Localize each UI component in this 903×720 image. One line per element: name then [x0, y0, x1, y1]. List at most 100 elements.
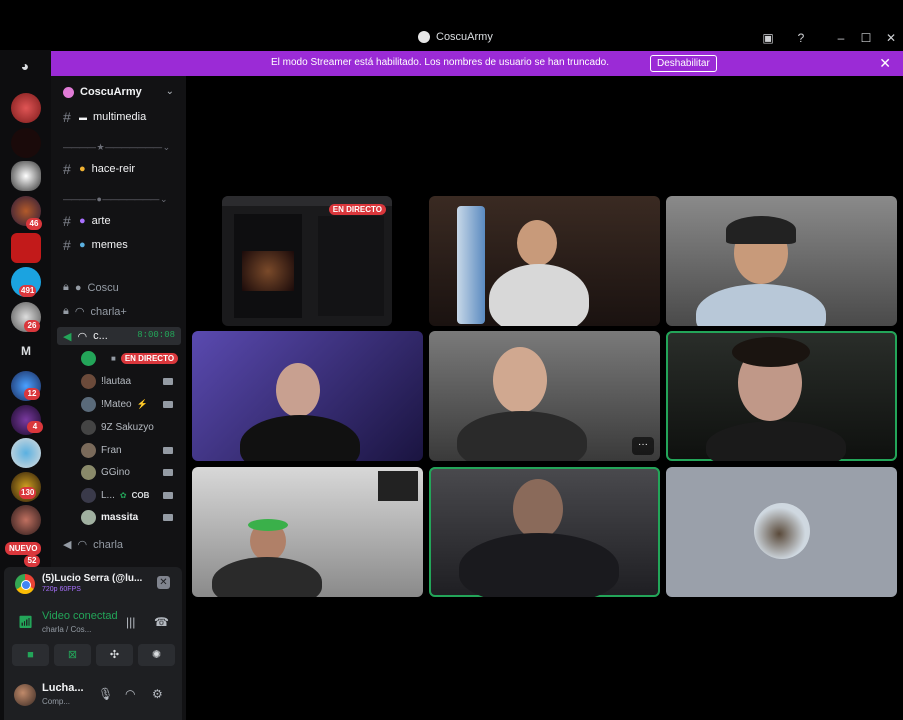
participant-tile[interactable] [192, 467, 423, 597]
chrome-icon [15, 574, 35, 594]
close-window-button[interactable]: ✕ [883, 31, 899, 45]
participant-body [459, 533, 619, 597]
unread-badge: 491 [19, 285, 37, 297]
channel-arte[interactable]: # ● arte [63, 213, 111, 229]
channel-memes[interactable]: # ● memes [63, 237, 128, 253]
stream-quality: 720p 60FPS [42, 586, 81, 593]
discord-home-icon[interactable]: ◕ [12, 58, 38, 78]
disable-streamer-button[interactable]: Deshabilitar [650, 55, 717, 72]
disconnect-icon[interactable]: ☎ [154, 615, 169, 629]
server-icon[interactable] [11, 233, 41, 263]
server-icon[interactable] [11, 505, 41, 535]
banner-close-icon[interactable]: ✕ [879, 55, 891, 72]
speaker-icon: ◀ [63, 330, 72, 343]
camera-icon: ■ [111, 354, 116, 363]
voice-user[interactable]: GGino [81, 465, 130, 480]
stop-stream-icon[interactable]: ✕ [157, 576, 170, 589]
participant-tile-speaking[interactable] [666, 331, 897, 461]
unread-badge: 26 [24, 320, 40, 332]
voice-user[interactable]: !Mateo ⚡ [81, 397, 148, 412]
participant-tile[interactable] [666, 196, 897, 326]
participant-face [513, 479, 563, 539]
camera-icon [163, 447, 173, 454]
more-options-button[interactable]: ··· [632, 437, 654, 455]
participant-body [212, 557, 322, 597]
help-icon[interactable]: ? [793, 31, 809, 45]
channel-multimedia[interactable]: # ▬ multimedia [63, 109, 146, 125]
channel-hace-reir[interactable]: # ● hace-reir [63, 161, 135, 177]
participant-face [517, 220, 557, 266]
video-grid: EN DIRECTO ··· [186, 76, 903, 720]
voice-user[interactable]: !lautaa [81, 374, 131, 389]
participant-tile-no-video[interactable] [666, 467, 897, 597]
channel-coscu[interactable]: 🔒︎ ● Coscu [63, 281, 119, 294]
avatar [81, 443, 96, 458]
channel-charla-plus[interactable]: 🔒︎ ◠ charla+ [63, 305, 127, 318]
voice-user[interactable]: 9Z Sakuzyo [81, 420, 154, 435]
signal-icon[interactable]: 📶︎ [18, 615, 33, 629]
camera-icon [163, 469, 173, 476]
voice-status[interactable]: Video conectad [42, 610, 118, 622]
unread-badge: 46 [26, 218, 42, 230]
category-divider: ———— ★ ——————— ⌄ [63, 142, 170, 152]
speaker-object [378, 471, 418, 501]
new-badge: NUEVO [5, 542, 42, 555]
server-icon[interactable] [11, 438, 41, 468]
headphones-icon: ◠ [77, 330, 88, 343]
current-user-name[interactable]: Lucha... [42, 682, 84, 694]
voice-user[interactable]: Fran [81, 443, 122, 458]
title-bar: CoscuArmy ▣ ? – ☐ ✕ [0, 28, 903, 50]
participant-body [706, 421, 846, 461]
guild-header[interactable]: CoscuArmy [63, 86, 142, 98]
channel-active-voice[interactable]: ◀ ◠ c... 8:00:08 [57, 327, 181, 345]
hash-icon: # [63, 161, 71, 177]
participant-face [276, 363, 320, 417]
inbox-icon[interactable]: ▣ [760, 31, 776, 45]
server-logo-icon [418, 31, 430, 43]
server-icon[interactable] [11, 93, 41, 123]
banner-message: El modo Streamer está habilitado. Los no… [271, 57, 609, 68]
gear-icon[interactable]: ⚙ [152, 687, 163, 701]
memes-icon: ● [79, 239, 86, 251]
screen-share-button[interactable]: ⊠ [54, 644, 91, 666]
voice-user[interactable]: L... ✿ COB [81, 488, 149, 503]
lock-icon: 🔒︎ [63, 281, 69, 293]
avatar [81, 465, 96, 480]
chevron-down-icon[interactable]: ⌄ [166, 86, 174, 97]
participant-tile[interactable]: ··· [429, 331, 660, 461]
hash-icon: # [63, 237, 71, 253]
activities-button[interactable]: ✣ [96, 644, 133, 666]
lightning-icon: ⚡ [136, 399, 148, 409]
screen-share-tile[interactable]: EN DIRECTO [222, 196, 392, 326]
voice-user-streamer[interactable]: ■ EN DIRECTO [81, 351, 179, 366]
camera-toggle-button[interactable]: ■ [12, 644, 49, 666]
video-thumbnail [242, 251, 294, 291]
server-icon-coscuarmy[interactable] [11, 161, 41, 191]
minimize-button[interactable]: – [833, 31, 849, 45]
voice-channel-path[interactable]: charla / Cos... [42, 625, 91, 634]
participant-tile[interactable] [192, 331, 423, 461]
guild-icon [63, 86, 74, 98]
noise-suppression-icon[interactable]: ||| [126, 615, 135, 629]
headphones-icon: ◠ [74, 306, 85, 318]
hash-icon: # [63, 109, 71, 125]
server-icon[interactable] [11, 128, 41, 158]
window-title: CoscuArmy [418, 31, 493, 43]
voice-user[interactable]: massita [81, 510, 138, 525]
stream-preview[interactable]: (5)Lucio Serra (@lu... 720p 60FPS ✕ [12, 571, 174, 597]
microphone-icon[interactable]: 🎙︎ [98, 687, 113, 701]
current-user-status: Comp... [42, 697, 71, 706]
avatar[interactable] [14, 684, 36, 706]
soundboard-button[interactable]: ✺ [138, 644, 175, 666]
camera-icon [163, 378, 173, 385]
participant-tile-speaking[interactable] [429, 467, 660, 597]
green-cap [248, 519, 288, 531]
participant-tile[interactable] [429, 196, 660, 326]
server-icon-m[interactable]: M [11, 336, 41, 366]
maximize-button[interactable]: ☐ [858, 31, 874, 45]
headphones-icon[interactable]: ◠ [125, 687, 135, 701]
avatar [81, 351, 96, 366]
channel-charla[interactable]: ◀ ◠ charla [63, 538, 123, 552]
avatar [81, 510, 96, 525]
unread-badge: 12 [24, 388, 40, 400]
